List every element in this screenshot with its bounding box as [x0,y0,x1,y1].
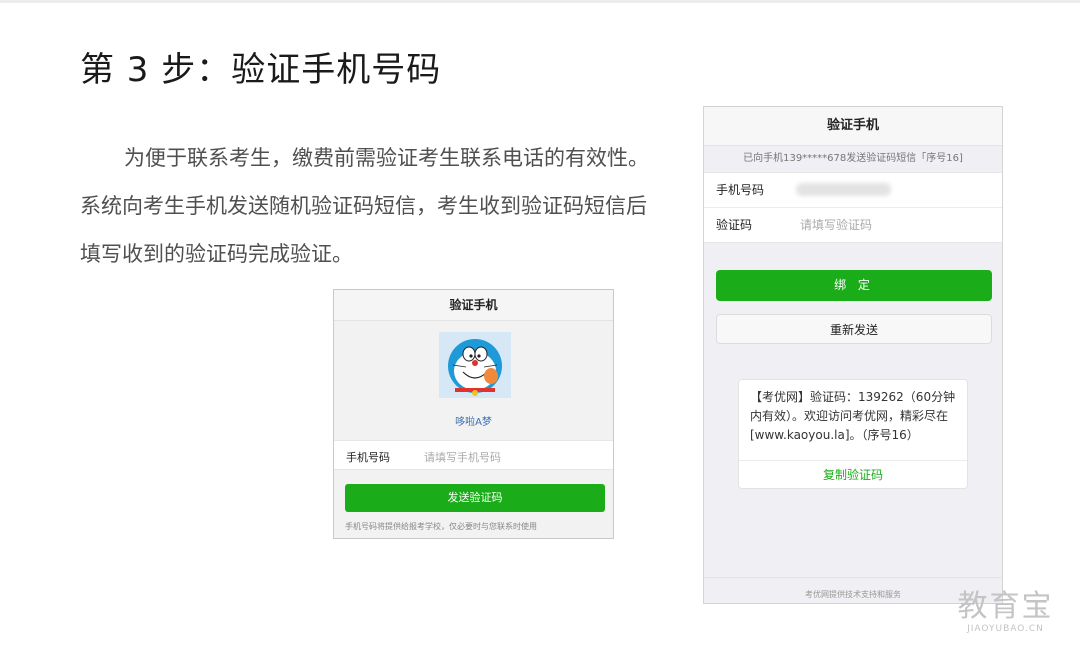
phone-row: 手机号码 [704,173,1002,207]
privacy-note: 手机号码将提供给报考学校，仅必要时与您联系时使用 [345,522,537,531]
verify-phone-screenshot-right: 验证手机 已向手机139*****678发送验证码短信「序号16] 手机号码 验… [703,106,1003,604]
code-row[interactable]: 验证码 请填写验证码 [704,207,1002,242]
phone-input[interactable]: 请填写手机号码 [424,449,501,465]
jiaoyubao-watermark: 教育宝 JIAOYUBAO.CN [948,591,1063,635]
bind-button[interactable]: 绑 定 [716,270,992,301]
phone-label: 手机号码 [716,183,765,197]
send-code-button[interactable]: 发送验证码 [345,484,605,512]
page-title: 第 3 步：验证手机号码 [80,50,442,90]
code-input[interactable]: 请填写验证码 [800,208,872,242]
top-border [0,0,1080,3]
phone-label: 手机号码 [346,451,390,464]
sms-message-card: 【考优网】验证码：139262（60分钟内有效）。欢迎访问考优网，精彩尽在[ww… [738,379,968,489]
doraemon-avatar-icon [439,332,511,398]
verify-phone-screenshot-left: 验证手机 哆啦A梦 手机号码 请填写手机号码 发送验证码 手机号码将提供给报考学… [333,289,614,539]
footer-divider [704,577,1002,578]
code-label: 验证码 [716,218,753,232]
sent-notice: 已向手机139*****678发送验证码短信「序号16] [743,153,963,164]
phone-row[interactable]: 手机号码 请填写手机号码 [334,440,613,470]
resend-button[interactable]: 重新发送 [716,314,992,344]
phone-value-blurred [796,183,891,196]
watermark-english: JIAOYUBAO.CN [967,624,1044,634]
watermark-chinese: 教育宝 [957,589,1054,624]
paragraph-line-1: 为便于联系考生，缴费前需验证考生联系电话的有效性。 [124,146,649,170]
verify-form: 手机号码 验证码 请填写验证码 [704,172,1002,243]
instruction-paragraph: 为便于联系考生，缴费前需验证考生联系电话的有效性。 系统向考生手机发送随机验证码… [80,134,690,278]
sms-text: 【考优网】验证码：139262（60分钟内有效）。欢迎访问考优网，精彩尽在[ww… [750,390,956,442]
paragraph-line-3: 填写收到的验证码完成验证。 [80,242,353,266]
paragraph-line-2: 系统向考生手机发送随机验证码短信，考生收到验证码短信后 [80,194,647,218]
copy-code-button[interactable]: 复制验证码 [739,460,967,490]
nickname: 哆啦A梦 [455,417,492,428]
screen-header: 验证手机 [334,290,613,321]
screen-header: 验证手机 [704,107,1002,146]
